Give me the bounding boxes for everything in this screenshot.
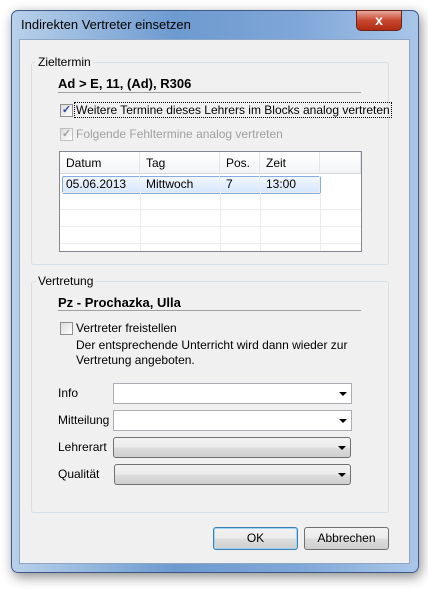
close-icon: x (375, 12, 383, 28)
cancel-button[interactable]: Abbrechen (304, 527, 389, 550)
qualitaet-label: Qualität (58, 467, 100, 481)
empty-row (60, 227, 361, 244)
info-combobox[interactable] (113, 383, 352, 404)
column-header-empty (320, 152, 361, 174)
column-header-tag[interactable]: Tag (140, 152, 220, 174)
free-checkbox-label[interactable]: Vertreter freistellen (76, 321, 177, 335)
close-button[interactable]: x (356, 10, 402, 31)
lehrerart-dropdown[interactable] (113, 437, 351, 458)
chevron-down-icon (339, 419, 347, 423)
lesson-underline (58, 92, 361, 93)
cell-zeit: 13:00 (260, 176, 320, 193)
block-checkbox-label[interactable]: Weitere Termine dieses Lehrers im Blocks… (74, 102, 392, 118)
free-description-line2: Vertretung angeboten. (76, 353, 195, 367)
grid-line (260, 193, 261, 251)
window-title: Indirekten Vertreter einsetzen (21, 17, 191, 32)
grid-line (220, 193, 221, 251)
cell-tag: Mittwoch (140, 176, 220, 193)
cell-pos: 7 (220, 176, 260, 193)
vertretung-group-label: Vertretung (36, 274, 96, 288)
info-label: Info (58, 386, 79, 400)
zieltermin-group-label: Zieltermin (36, 55, 93, 69)
appointments-table: Datum Tag Pos. Zeit 05.06.2013 Mittwoch … (59, 151, 362, 252)
lehrerart-label: Lehrerart (58, 440, 107, 454)
column-header-zeit[interactable]: Zeit (260, 152, 320, 174)
block-checkbox[interactable]: ✓ (60, 104, 73, 117)
follow-checkbox-label: Folgende Fehltermine analog vertreten (76, 127, 283, 141)
lesson-title: Ad > E, 11, (Ad), R306 (58, 76, 192, 91)
teacher-underline (58, 310, 361, 311)
free-description-line1: Der entsprechende Unterricht wird dann w… (76, 338, 348, 352)
ok-button[interactable]: OK (213, 527, 298, 550)
teacher-title: Pz - Prochazka, Ulla (58, 295, 181, 310)
column-header-datum[interactable]: Datum (60, 152, 140, 174)
follow-checkbox[interactable]: ✓ (60, 128, 73, 141)
mitteilung-combobox[interactable] (113, 410, 352, 431)
column-header-pos[interactable]: Pos. (220, 152, 260, 174)
empty-row (60, 193, 361, 210)
qualitaet-dropdown[interactable] (114, 464, 351, 485)
grid-line (320, 193, 321, 251)
chevron-down-icon (338, 446, 346, 450)
cell-datum: 05.06.2013 (60, 176, 140, 193)
chevron-down-icon (338, 473, 346, 477)
free-checkbox[interactable] (60, 322, 73, 335)
grid-line (140, 193, 141, 251)
empty-row (60, 210, 361, 227)
chevron-down-icon (339, 392, 347, 396)
mitteilung-label: Mitteilung (58, 413, 110, 427)
